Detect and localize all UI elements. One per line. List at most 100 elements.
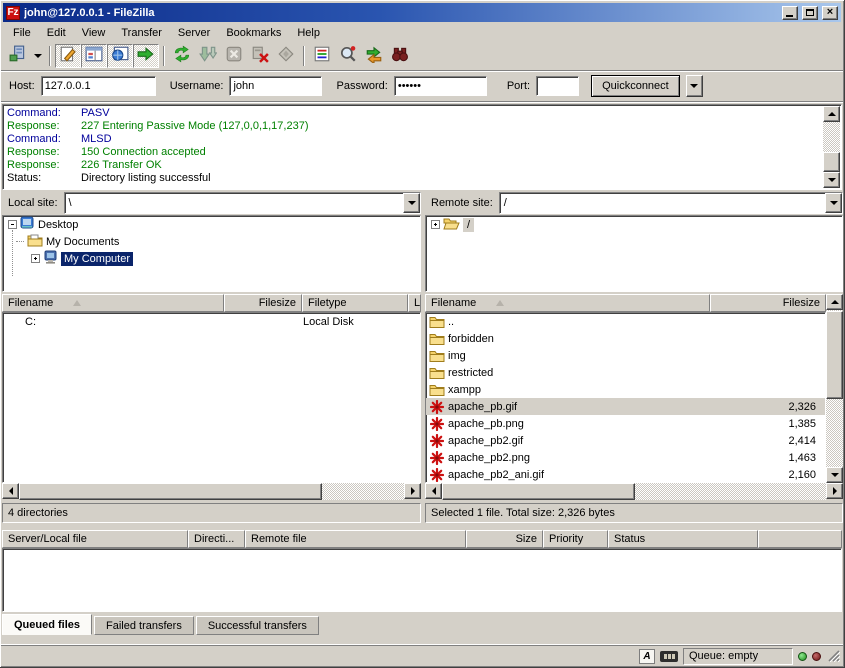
scroll-left-button[interactable] <box>425 483 442 499</box>
file-row[interactable]: apache_pb2.gif 2,414 <box>426 432 825 449</box>
file-row[interactable]: apache_pb.gif 2,326 <box>426 398 825 415</box>
scroll-right-button[interactable] <box>404 483 421 499</box>
queue-status-panel: Queue: empty <box>683 648 793 665</box>
queue-tab[interactable]: Queued files <box>2 614 92 635</box>
log-scrollbar[interactable] <box>823 106 840 188</box>
file-row[interactable]: xampp <box>426 381 825 398</box>
filezilla-window: Fz john@127.0.0.1 - FileZilla × FileEdit… <box>0 0 845 668</box>
file-row[interactable]: apache_pb.png 1,385 <box>426 415 825 432</box>
remote-horizontal-scrollbar[interactable] <box>425 483 843 500</box>
remote-vertical-scrollbar[interactable] <box>826 294 843 483</box>
column-label: Filesize <box>783 297 820 309</box>
cancel-operation-button[interactable] <box>221 44 247 68</box>
title-bar[interactable]: Fz john@127.0.0.1 - FileZilla × <box>3 3 841 22</box>
site-manager-button[interactable] <box>5 44 31 68</box>
refresh-button[interactable] <box>169 44 195 68</box>
message-log-rows: Command: PASV Response: 227 Entering Pas… <box>4 107 823 188</box>
column-header-size[interactable]: Size <box>466 530 543 548</box>
port-input[interactable] <box>536 76 579 96</box>
scroll-right-button[interactable] <box>826 483 843 499</box>
tree-item-my-computer[interactable]: My Computer <box>3 250 420 267</box>
quickconnect-button[interactable]: Quickconnect <box>591 75 680 97</box>
local-site-combo[interactable]: \ <box>64 192 421 214</box>
file-row[interactable]: apache_pb2_ani.gif 2,160 <box>426 466 825 483</box>
toggle-message-log-button[interactable] <box>55 44 81 68</box>
column-header-remote-file[interactable]: Remote file <box>245 530 466 548</box>
scroll-up-button[interactable] <box>823 106 840 122</box>
log-row-label: Response: <box>4 159 81 172</box>
column-header-filesize[interactable]: Filesize <box>710 294 826 312</box>
toggle-local-tree-button[interactable] <box>81 44 107 68</box>
password-input[interactable]: •••••• <box>394 76 487 96</box>
disconnect-button[interactable] <box>247 44 273 68</box>
quickconnect-dropdown[interactable] <box>686 75 703 97</box>
column-header-server-local-file[interactable]: Server/Local file <box>2 530 188 548</box>
tree-item-my-documents[interactable]: My Documents <box>3 233 420 250</box>
column-header-filename[interactable]: Filename <box>2 294 224 312</box>
column-header-status[interactable]: Status <box>608 530 758 548</box>
minimize-button[interactable] <box>782 6 798 20</box>
scroll-thumb[interactable] <box>442 483 635 500</box>
file-row[interactable]: C: Local Disk <box>3 313 420 330</box>
tree-item-desktop[interactable]: Desktop <box>3 216 420 233</box>
remote-site-combo[interactable]: / <box>499 192 843 214</box>
column-header-last-modified[interactable]: L <box>408 294 421 312</box>
file-row[interactable]: apache_pb2.png 1,463 <box>426 449 825 466</box>
column-header-direction[interactable]: Directi... <box>188 530 245 548</box>
host-input[interactable]: 127.0.0.1 <box>41 76 156 96</box>
username-input[interactable]: john <box>229 76 322 96</box>
expand-icon[interactable] <box>431 220 440 229</box>
remote-site-dropdown[interactable] <box>825 193 842 213</box>
file-row[interactable]: forbidden <box>426 330 825 347</box>
local-horizontal-scrollbar[interactable] <box>2 483 421 500</box>
menu-item[interactable]: View <box>74 26 114 40</box>
menu-item[interactable]: Transfer <box>113 26 170 40</box>
file-type: Local Disk <box>303 316 409 328</box>
resize-grip[interactable] <box>826 648 840 665</box>
scroll-thumb[interactable] <box>19 483 322 500</box>
scroll-track[interactable] <box>19 483 404 500</box>
scroll-left-button[interactable] <box>2 483 19 499</box>
site-manager-dropdown[interactable] <box>31 44 45 68</box>
file-name: apache_pb2_ani.gif <box>448 469 544 481</box>
queue-list[interactable] <box>2 548 842 612</box>
column-header-priority[interactable]: Priority <box>543 530 608 548</box>
scroll-thumb[interactable] <box>826 311 843 399</box>
scroll-up-button[interactable] <box>826 294 843 310</box>
reconnect-button[interactable] <box>273 44 299 68</box>
find-files-button[interactable] <box>387 44 413 68</box>
menu-item[interactable]: Edit <box>39 26 74 40</box>
maximize-button[interactable] <box>802 6 818 20</box>
collapse-icon[interactable] <box>8 220 17 229</box>
queue-tab[interactable]: Successful transfers <box>196 616 319 635</box>
scroll-track[interactable] <box>442 483 826 500</box>
scroll-down-button[interactable] <box>826 467 843 483</box>
queue-tab[interactable]: Failed transfers <box>94 616 194 635</box>
username-label: Username: <box>170 80 224 92</box>
column-header-filetype[interactable]: Filetype <box>302 294 408 312</box>
scroll-thumb[interactable] <box>823 152 840 172</box>
close-button[interactable]: × <box>822 6 838 20</box>
file-row[interactable]: .. <box>426 313 825 330</box>
tree-item-root[interactable]: / <box>426 216 842 233</box>
site-manager-icon <box>9 45 27 66</box>
synchronized-browsing-button[interactable] <box>361 44 387 68</box>
column-header-filesize[interactable]: Filesize <box>224 294 302 312</box>
menu-item[interactable]: Server <box>170 26 218 40</box>
expand-icon[interactable] <box>31 254 40 263</box>
column-header-filename[interactable]: Filename <box>425 294 710 312</box>
menu-item[interactable]: Bookmarks <box>218 26 289 40</box>
process-queue-button[interactable] <box>195 44 221 68</box>
remote-site-bar: Remote site: / <box>425 192 843 214</box>
log-row-text: 150 Connection accepted <box>81 146 206 159</box>
directory-comparison-button[interactable] <box>335 44 361 68</box>
toggle-transfer-queue-button[interactable] <box>133 44 159 68</box>
file-row[interactable]: restricted <box>426 364 825 381</box>
file-row[interactable]: img <box>426 347 825 364</box>
local-site-dropdown[interactable] <box>403 193 420 213</box>
menu-item[interactable]: File <box>5 26 39 40</box>
directory-listing-filters-button[interactable] <box>309 44 335 68</box>
toggle-remote-tree-button[interactable] <box>107 44 133 68</box>
menu-item[interactable]: Help <box>289 26 328 40</box>
scroll-down-button[interactable] <box>823 172 840 188</box>
